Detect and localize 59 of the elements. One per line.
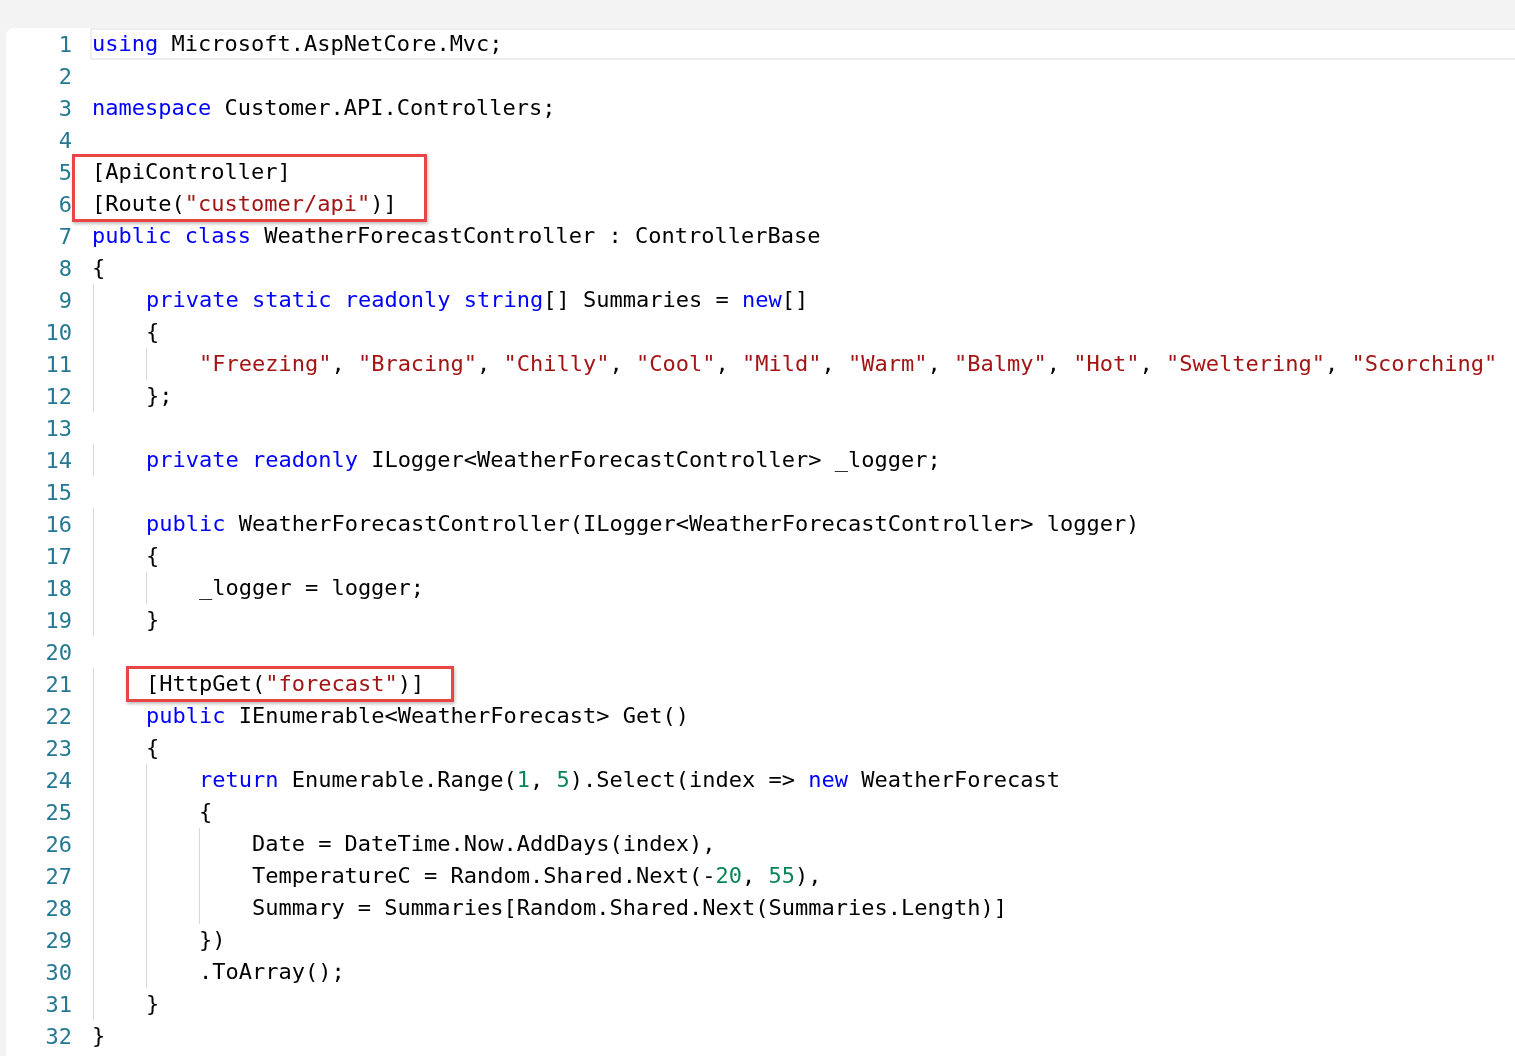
code-line: [ApiController]	[92, 158, 291, 186]
line-number: 26	[44, 830, 72, 859]
line-number: 12	[44, 382, 72, 411]
line-number: 13	[44, 414, 72, 443]
line-number: 15	[44, 478, 72, 507]
code-line: private static readonly string[] Summaries = new[]	[92, 284, 809, 316]
code-line: return Enumerable.Range(1, 5).Select(index => new WeatherForecast	[92, 764, 1060, 796]
code-line: })	[92, 924, 226, 956]
line-number: 16	[44, 510, 72, 539]
line-number: 29	[44, 926, 72, 955]
code-line: namespace Customer.API.Controllers;	[92, 94, 556, 122]
line-number: 30	[44, 958, 72, 987]
line-number: 8	[57, 254, 72, 283]
line-number: 6	[57, 190, 72, 219]
line-number: 28	[44, 894, 72, 923]
code-line: }	[92, 1022, 106, 1050]
code-line: Summary = Summaries[Random.Shared.Next(Summaries.Length)]	[92, 892, 1007, 924]
code-line: {	[92, 316, 160, 348]
code-line: {	[92, 796, 213, 828]
code-line: [Route("customer/api")]	[92, 190, 397, 218]
line-number: 2	[57, 62, 72, 91]
line-number: 22	[44, 702, 72, 731]
code-line: }	[92, 988, 160, 1020]
code-line: public IEnumerable<WeatherForecast> Get()	[92, 700, 690, 732]
code-line: .ToArray();	[92, 956, 345, 988]
line-number: 27	[44, 862, 72, 891]
line-number: 21	[44, 670, 72, 699]
code-line: [HttpGet("forecast")]	[92, 668, 425, 700]
line-number: 7	[57, 222, 72, 251]
code-line: {	[92, 254, 106, 282]
line-number: 31	[44, 990, 72, 1019]
line-number: 1	[57, 30, 72, 59]
code-line: TemperatureC = Random.Shared.Next(-20, 55),	[92, 860, 822, 892]
code-line: public WeatherForecastController(ILogger<WeatherForecastController> logger)	[92, 508, 1140, 540]
line-number: 10	[44, 318, 72, 347]
line-number: 3	[57, 94, 72, 123]
line-number: 4	[57, 126, 72, 155]
current-line: using Microsoft.AspNetCore.Mvc;	[90, 28, 1515, 60]
line-number: 20	[44, 638, 72, 667]
line-number: 32	[44, 1022, 72, 1051]
code-line: "Freezing", "Bracing", "Chilly", "Cool", "Mild", "Warm", "Balmy", "Hot", "Sweltering", "Scorching"	[92, 348, 1498, 380]
line-number: 14	[44, 446, 72, 475]
code-line: private readonly ILogger<WeatherForecastController> _logger;	[92, 444, 941, 476]
code-line: {	[92, 732, 160, 764]
code-line: Date = DateTime.Now.AddDays(index),	[92, 828, 716, 860]
line-number: 25	[44, 798, 72, 827]
line-number: 5	[57, 158, 72, 187]
line-number: 18	[44, 574, 72, 603]
line-number: 11	[44, 350, 72, 379]
code-line: };	[92, 380, 173, 412]
code-line: _logger = logger;	[92, 572, 425, 604]
line-number: 17	[44, 542, 72, 571]
code-line: {	[92, 540, 160, 572]
code-line: public class WeatherForecastController : ControllerBase	[92, 222, 821, 250]
code-line: }	[92, 604, 160, 636]
line-number: 9	[57, 286, 72, 315]
line-number: 24	[44, 766, 72, 795]
line-number: 23	[44, 734, 72, 763]
line-number: 19	[44, 606, 72, 635]
